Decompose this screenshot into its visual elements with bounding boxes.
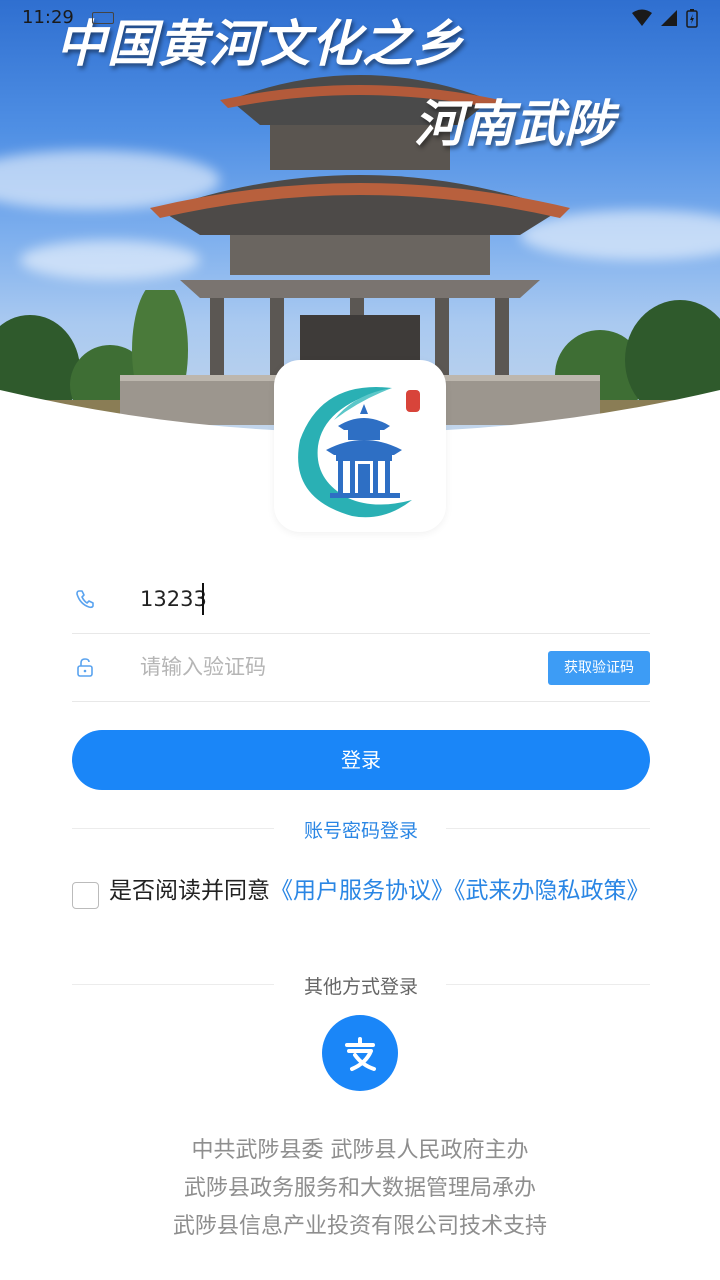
- battery-icon: [686, 9, 698, 28]
- privacy-policy-link[interactable]: 《武来办隐私政策》: [454, 878, 650, 904]
- verification-code-input[interactable]: [140, 646, 540, 688]
- login-button[interactable]: 登录: [72, 730, 650, 790]
- agreement-prefix: 是否阅读并同意: [109, 878, 270, 904]
- wifi-icon: [632, 9, 652, 26]
- phone-input[interactable]: [140, 578, 540, 620]
- pavilion-logo-icon: [298, 387, 420, 518]
- user-agreement-link[interactable]: 《用户服务协议》: [270, 878, 454, 904]
- agree-checkbox[interactable]: [72, 882, 99, 909]
- footer-organizer: 武陟县政务服务和大数据管理局承办: [183, 1176, 536, 1201]
- footer-tech-support: 武陟县信息产业投资有限公司技术支持: [172, 1214, 547, 1239]
- signal-icon: [661, 10, 677, 26]
- get-code-button[interactable]: 获取验证码: [548, 651, 650, 685]
- other-login-label: 其他方式登录: [303, 976, 418, 998]
- other-login-row: 其他方式登录: [72, 970, 650, 1000]
- code-field-row: 获取验证码: [72, 634, 650, 702]
- password-login-link[interactable]: 账号密码登录: [72, 816, 650, 843]
- alipay-icon: [345, 1037, 376, 1071]
- agreement-text: 是否阅读并同意《用户服务协议》《武来办隐私政策》: [109, 872, 669, 910]
- status-bar: 11:29: [0, 0, 720, 36]
- lock-icon: [77, 658, 93, 677]
- app-logo: [274, 360, 446, 532]
- keyboard-icon: [92, 12, 114, 24]
- hero-subtitle: 河南武陟: [414, 95, 614, 153]
- phone-icon: [76, 590, 94, 609]
- password-login-row: 账号密码登录: [72, 814, 650, 844]
- footer-sponsor: 中共武陟县委 武陟县人民政府主办: [191, 1138, 529, 1163]
- text-caret: [202, 583, 204, 615]
- alipay-login-button[interactable]: [322, 1015, 398, 1091]
- status-time: 11:29: [22, 7, 74, 28]
- phone-field-row: [72, 566, 650, 634]
